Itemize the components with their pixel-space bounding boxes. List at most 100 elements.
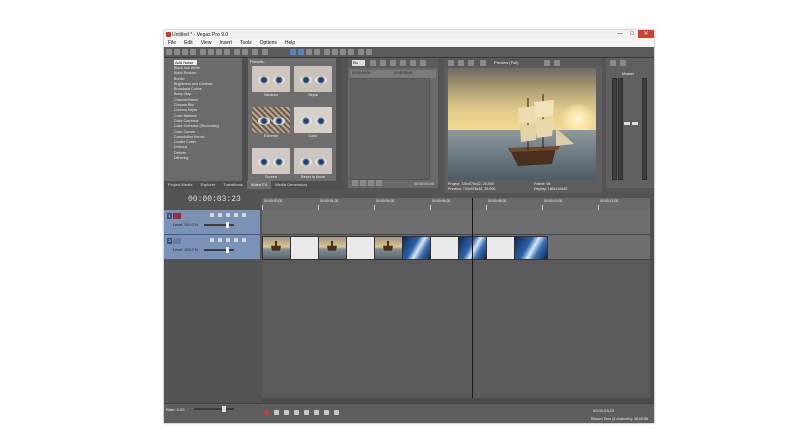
trimmer-play-loop-icon[interactable] [360,180,366,186]
track-fx-icon[interactable] [210,238,214,242]
trimmer-ruler[interactable]: 00:00:00;00 00:00:05;00 [350,70,436,78]
undo-icon[interactable] [234,49,240,55]
rate-slider[interactable] [194,408,234,410]
tab-media-generators[interactable]: Media Generators [271,181,311,189]
trimmer-stop-icon[interactable] [376,180,382,186]
video-clip[interactable] [458,236,488,260]
timeline-area[interactable]: 00:00:00;00 00:00:01;00 00:00:04;00 00:0… [262,198,650,398]
trimmer-copy-icon[interactable] [390,60,396,66]
preview-external-monitor-icon[interactable] [458,60,464,66]
fx-item-selected[interactable]: Add Noise [174,60,197,65]
master-fader-right[interactable] [632,122,638,125]
zoom-tool-icon[interactable] [314,49,320,55]
stop-icon[interactable] [314,410,319,415]
master-downmix-icon[interactable] [620,60,626,66]
render-icon[interactable] [200,49,206,55]
video-clip[interactable] [262,236,292,260]
help-icon[interactable] [366,49,372,55]
preset-thumb[interactable]: Sepia [294,66,332,98]
track-composite-icon[interactable] [226,238,230,242]
lock-envelopes-icon[interactable] [348,49,354,55]
preview-copy-snapshot-icon[interactable] [544,60,550,66]
paste-icon[interactable] [224,49,230,55]
menu-insert[interactable]: Insert [215,39,236,47]
record-icon[interactable] [264,410,269,415]
timeline-vertical-scrollbar[interactable] [650,198,654,403]
track-level-knob[interactable] [226,222,229,228]
presets-scrollbar[interactable] [336,58,341,181]
preset-thumb[interactable]: Reset to None [294,148,332,180]
preview-split-screen-icon[interactable] [468,60,474,66]
trimmer-save-icon[interactable] [380,60,386,66]
trim-icon[interactable] [262,49,268,55]
video-track-lane[interactable] [262,235,650,260]
auto-crossfade-icon[interactable] [332,49,338,55]
video-clip[interactable] [402,236,432,260]
close-button[interactable]: ✕ [638,30,654,38]
pause-icon[interactable] [304,410,309,415]
track-motion-icon[interactable] [218,213,222,217]
video-clip[interactable] [346,236,376,260]
video-clip[interactable] [374,236,404,260]
properties-icon[interactable] [190,49,196,55]
track-level-slider[interactable] [204,224,234,226]
save-icon[interactable] [182,49,188,55]
preset-thumb[interactable]: Extreme [252,107,290,139]
master-fader-left[interactable] [624,122,630,125]
loop-playback-icon[interactable] [274,410,279,415]
track-mute-icon[interactable] [234,213,238,217]
tab-video-fx[interactable]: Video FX [246,181,272,189]
menu-edit[interactable]: Edit [180,39,197,47]
video-clip[interactable] [514,236,548,260]
tab-transitions[interactable]: Transitions [219,181,246,189]
open-icon[interactable] [174,49,180,55]
track-mute-icon[interactable] [234,238,238,242]
normal-edit-tool-icon[interactable] [290,49,296,55]
trimmer-open-icon[interactable] [370,60,376,66]
trimmer-insert-icon[interactable] [410,60,416,66]
video-track-header[interactable]: 2 Level: 100.0 % [164,235,260,260]
track-motion-icon[interactable] [218,238,222,242]
video-track-header[interactable]: 1 Level: 100.0 % [164,210,260,235]
preview-quality-dropdown[interactable]: Preview (Full) [494,60,518,65]
track-solo-icon[interactable] [242,213,246,217]
preset-thumb[interactable]: Screen [252,148,290,180]
go-to-end-icon[interactable] [334,410,339,415]
fx-item[interactable]: Dithering [174,156,219,161]
master-properties-icon[interactable] [610,60,616,66]
tab-explorer[interactable]: Explorer [196,181,219,189]
track-solo-icon[interactable] [242,238,246,242]
track-level-knob[interactable] [226,247,229,253]
tab-project-media[interactable]: Project Media [164,181,196,189]
redo-icon[interactable] [242,49,248,55]
copy-icon[interactable] [216,49,222,55]
track-fx-icon[interactable] [210,213,214,217]
delete-icon[interactable] [252,49,258,55]
video-clip[interactable] [290,236,320,260]
play-from-start-icon[interactable] [284,410,289,415]
play-icon[interactable] [294,410,299,415]
maximize-button[interactable]: □ [626,30,638,38]
video-clip[interactable] [486,236,516,260]
video-track-lane[interactable] [262,210,650,235]
preset-thumb[interactable]: Color [294,107,332,139]
fx-list-scrollbar[interactable] [242,58,247,181]
cut-icon[interactable] [208,49,214,55]
video-clip[interactable] [318,236,348,260]
menu-tools[interactable]: Tools [236,39,256,47]
minimize-button[interactable]: — [614,30,626,38]
envelope-tool-icon[interactable] [298,49,304,55]
go-to-start-icon[interactable] [324,410,329,415]
trimmer-cut-icon[interactable] [400,60,406,66]
snapping-icon[interactable] [324,49,330,55]
auto-ripple-icon[interactable] [340,49,346,55]
ignore-grouping-icon[interactable] [358,49,364,55]
trimmer-track[interactable] [350,78,430,180]
rate-slider-knob[interactable] [222,406,226,412]
video-clip[interactable] [430,236,460,260]
preview-save-snapshot-icon[interactable] [554,60,560,66]
menu-help[interactable]: Help [281,39,299,47]
trimmer-overwrite-icon[interactable] [420,60,426,66]
preview-overlays-icon[interactable] [480,60,486,66]
trimmer-pause-icon[interactable] [368,180,374,186]
